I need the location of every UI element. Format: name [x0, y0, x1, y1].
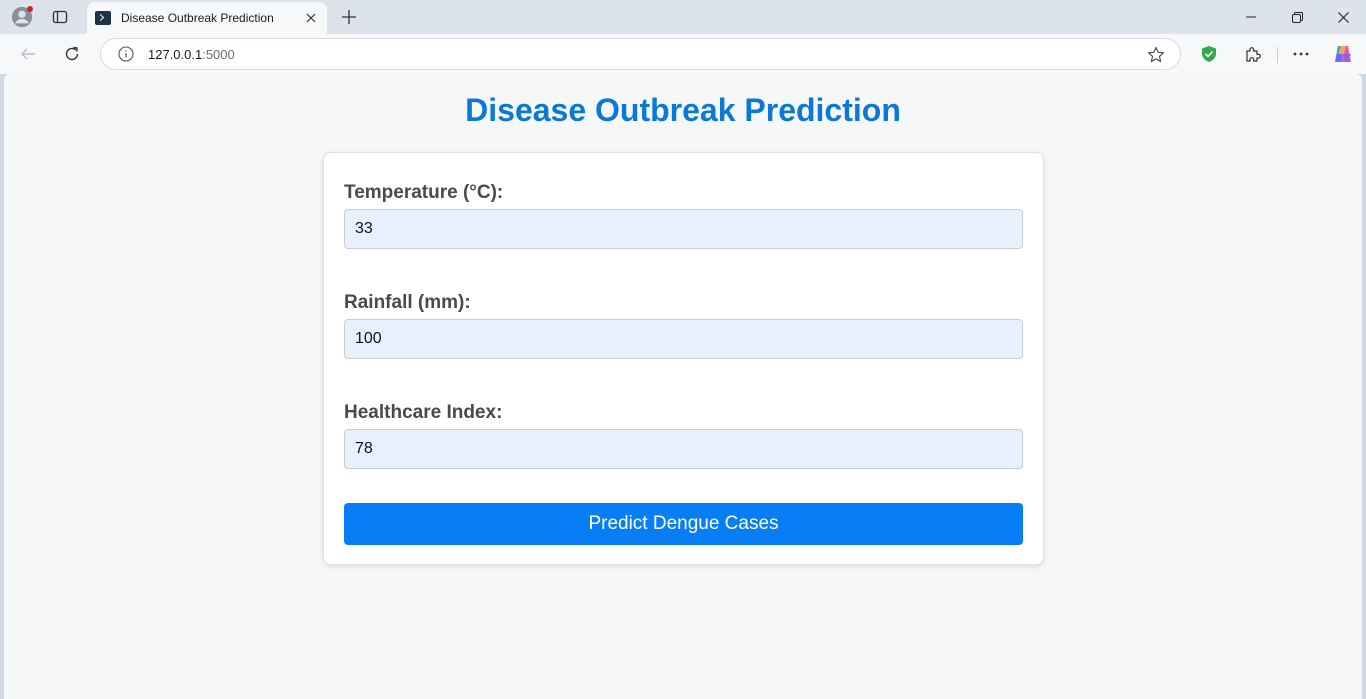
- rainfall-input[interactable]: [344, 319, 1023, 359]
- rainfall-label: Rainfall (mm):: [344, 292, 471, 313]
- copilot-icon[interactable]: [1329, 40, 1357, 68]
- tab-actions-icon[interactable]: [48, 5, 72, 29]
- reload-icon[interactable]: [58, 40, 86, 68]
- close-window-icon[interactable]: [1320, 0, 1366, 34]
- restore-icon[interactable]: [1274, 0, 1320, 34]
- temperature-input[interactable]: [344, 209, 1023, 249]
- extensions-puzzle-icon[interactable]: [1239, 40, 1267, 68]
- page-title: Disease Outbreak Prediction: [465, 92, 901, 128]
- healthcare-index-label: Healthcare Index:: [344, 402, 503, 423]
- toolbar-separator: [1277, 47, 1278, 63]
- back-arrow-icon[interactable]: [14, 40, 42, 68]
- notification-dot: [27, 6, 33, 12]
- url-host: 127.0.0.1: [148, 46, 203, 62]
- url-port: :5000: [202, 46, 235, 62]
- url-text: 127.0.0.1:5000: [148, 47, 235, 62]
- tab-strip: Disease Outbreak Prediction: [0, 0, 1366, 34]
- new-tab-plus-icon[interactable]: [338, 6, 360, 28]
- favorite-star-icon[interactable]: [1146, 45, 1166, 65]
- minimize-icon[interactable]: [1228, 0, 1274, 34]
- temperature-label: Temperature (°C):: [344, 182, 504, 203]
- profile-avatar-icon[interactable]: [10, 5, 34, 29]
- healthcare-index-input[interactable]: [344, 429, 1023, 469]
- close-tab-icon[interactable]: [303, 10, 319, 26]
- terminal-favicon-icon: [95, 11, 111, 25]
- more-options-icon[interactable]: [1287, 40, 1315, 68]
- browser-toolbar: 127.0.0.1:5000: [0, 34, 1366, 74]
- tab-title: Disease Outbreak Prediction: [121, 11, 274, 25]
- site-info-icon[interactable]: [117, 45, 135, 63]
- predict-button[interactable]: Predict Dengue Cases: [344, 503, 1023, 545]
- active-tab[interactable]: Disease Outbreak Prediction: [87, 2, 327, 34]
- shield-extension-icon[interactable]: [1195, 40, 1223, 68]
- address-bar[interactable]: 127.0.0.1:5000: [100, 38, 1181, 70]
- prediction-form-card: Temperature (°C): Rainfall (mm): Healthc…: [323, 152, 1044, 565]
- page-viewport: Disease Outbreak Prediction Temperature …: [4, 74, 1362, 699]
